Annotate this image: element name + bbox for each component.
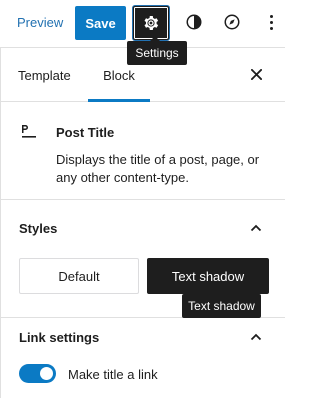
preview-button[interactable]: Preview	[17, 15, 63, 30]
style-option-default[interactable]: Default	[19, 258, 139, 294]
more-options-button[interactable]	[262, 11, 280, 33]
block-card: Post Title Displays the title of a post,…	[1, 103, 285, 200]
styles-panel-title: Styles	[19, 220, 58, 236]
make-title-link-toggle[interactable]	[19, 364, 56, 383]
tab-template[interactable]: Template	[18, 48, 71, 102]
editor-header: Preview Save	[0, 0, 285, 47]
block-description: Displays the title of a post, page, or a…	[56, 152, 260, 185]
chevron-up-icon	[248, 220, 264, 236]
settings-tooltip: Settings	[127, 36, 187, 65]
close-sidebar-button[interactable]	[246, 64, 266, 84]
link-settings-title: Link settings	[19, 329, 100, 345]
link-settings-panel-toggle[interactable]: Link settings	[1, 311, 285, 363]
dot-icon	[269, 26, 273, 30]
gear-icon	[144, 16, 159, 30]
chevron-up-icon	[248, 329, 264, 345]
save-button[interactable]: Save	[75, 6, 126, 40]
styles-panel-toggle[interactable]: Styles	[1, 202, 285, 254]
compass-icon	[224, 14, 240, 30]
settings-button[interactable]	[133, 6, 169, 40]
dot-icon	[269, 14, 273, 18]
close-icon	[250, 68, 262, 80]
settings-sidebar: Template Block Post Title Displays the t…	[0, 47, 285, 398]
post-title-icon	[22, 125, 36, 138]
text-shadow-tooltip: Text shadow	[182, 294, 261, 318]
compass-button[interactable]	[221, 11, 243, 33]
half-circle-contrast-icon	[186, 14, 202, 30]
dot-icon	[269, 20, 273, 24]
styles-button[interactable]	[183, 11, 205, 33]
block-title: Post Title	[56, 125, 115, 140]
make-title-link-label: Make title a link	[68, 367, 158, 382]
style-option-text-shadow[interactable]: Text shadow	[147, 258, 269, 294]
